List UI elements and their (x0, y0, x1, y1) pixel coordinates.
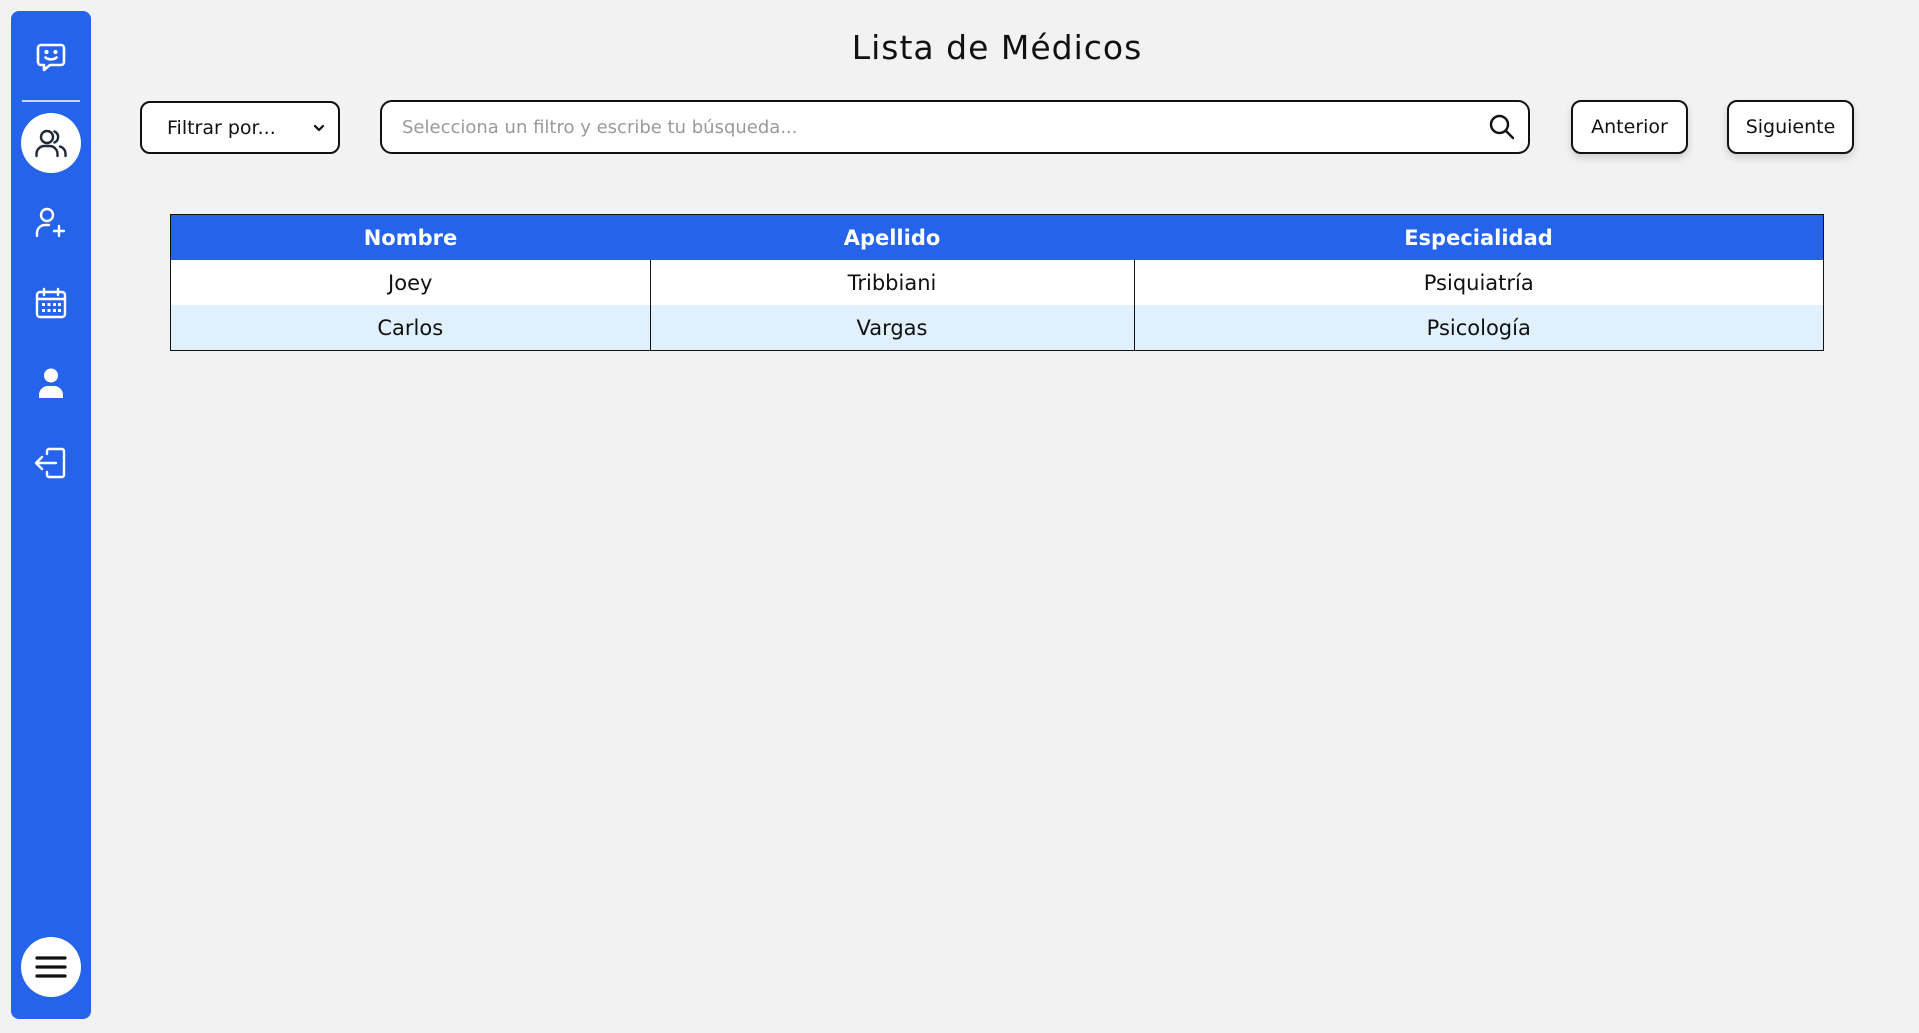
table-cell-nombre: Carlos (170, 305, 650, 351)
chat-bot-icon (36, 43, 66, 72)
table-cell-especialidad: Psicología (1133, 305, 1824, 351)
table-row[interactable]: Joey Tribbiani Psiquiatría (170, 260, 1824, 305)
table-row[interactable]: Carlos Vargas Psicología (170, 305, 1824, 351)
sidebar-item-add-user[interactable] (21, 193, 81, 253)
search-box (380, 100, 1530, 154)
sidebar-item-logout[interactable] (21, 433, 81, 493)
table-header-row: Nombre Apellido Especialidad (170, 214, 1824, 260)
sidebar-item-users[interactable] (21, 113, 81, 173)
profile-icon (39, 368, 63, 398)
chevron-down-icon (313, 124, 325, 131)
doctors-table-container: Nombre Apellido Especialidad Joey Tribbi… (170, 214, 1824, 351)
search-icon[interactable] (1488, 113, 1516, 141)
table-cell-apellido: Vargas (649, 305, 1134, 351)
table-cell-especialidad: Psiquiatría (1133, 260, 1824, 305)
app-root: Lista de Médicos Filtrar por... Anterior… (0, 0, 1919, 1033)
next-button[interactable]: Siguiente (1727, 100, 1854, 154)
table-cell-nombre: Joey (170, 260, 650, 305)
sidebar-divider (22, 100, 80, 102)
sidebar (11, 11, 91, 1019)
logout-icon (34, 447, 66, 479)
sidebar-item-chat[interactable] (21, 27, 81, 87)
menu-button[interactable] (21, 937, 81, 997)
doctors-table: Nombre Apellido Especialidad Joey Tribbi… (170, 214, 1824, 351)
column-header-especialidad[interactable]: Especialidad (1134, 214, 1824, 260)
column-header-apellido[interactable]: Apellido (650, 214, 1134, 260)
previous-button[interactable]: Anterior (1571, 100, 1688, 154)
filter-select[interactable]: Filtrar por... (140, 101, 340, 154)
sidebar-item-calendar[interactable] (21, 273, 81, 333)
search-input[interactable] (400, 115, 1488, 139)
calendar-icon (35, 287, 67, 319)
hamburger-menu-icon (35, 956, 67, 978)
page-title: Lista de Médicos (851, 28, 1143, 67)
filter-select-value: Filtrar por... (167, 116, 276, 139)
add-user-icon (35, 207, 66, 238)
users-icon (35, 129, 67, 158)
sidebar-item-profile[interactable] (21, 353, 81, 413)
column-header-nombre[interactable]: Nombre (170, 214, 650, 260)
table-cell-apellido: Tribbiani (649, 260, 1134, 305)
